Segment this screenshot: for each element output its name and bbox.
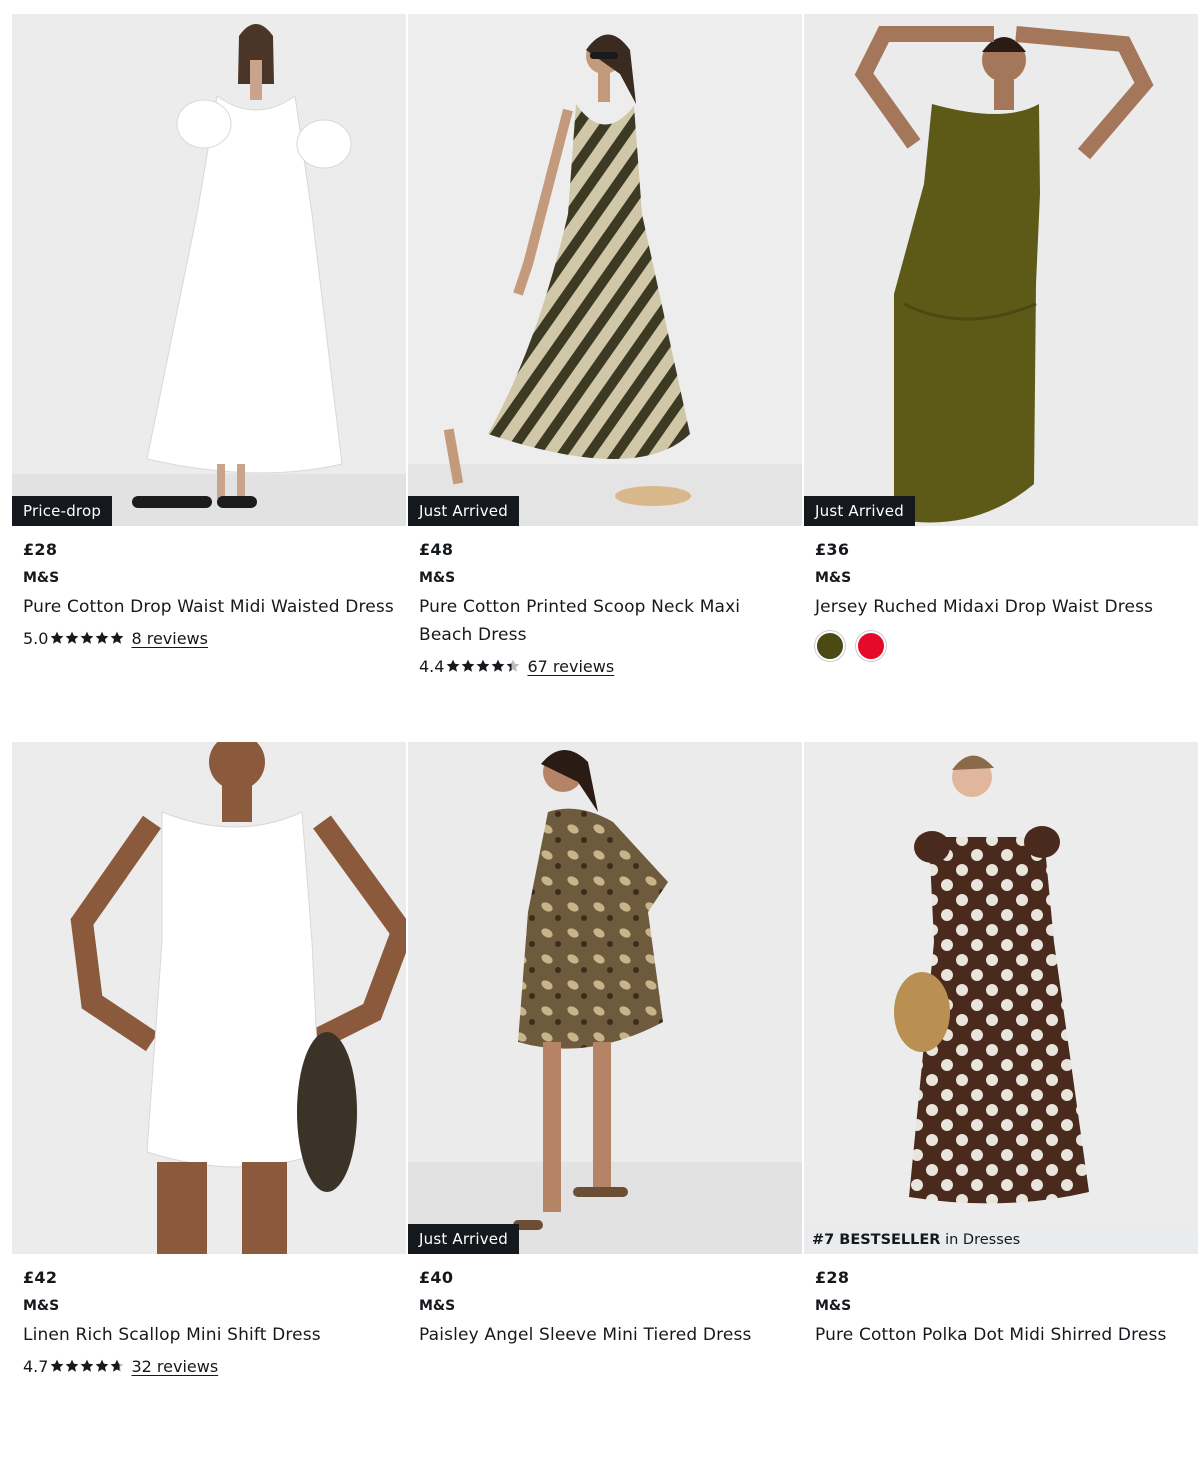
product-image[interactable]: Just Arrived [408, 14, 802, 526]
star-icon [51, 631, 64, 644]
badge-label: Price-drop [12, 496, 113, 526]
product-card[interactable]: #7 BESTSELLER in Dresses £28 M&S Pure Co… [804, 742, 1198, 1470]
bestseller-category: in Dresses [940, 1232, 1021, 1248]
product-image[interactable]: Just Arrived [408, 742, 802, 1254]
product-card[interactable]: Price-drop £28 M&S Pure Cotton Drop Wais… [12, 14, 406, 742]
star-icon [111, 631, 124, 644]
rating-value: 4.7 [23, 1356, 49, 1376]
product-title[interactable]: Pure Cotton Drop Waist Midi Waisted Dres… [23, 593, 395, 621]
star-icon [477, 659, 490, 672]
star-icon [51, 1359, 64, 1372]
color-swatches [815, 631, 1187, 661]
star-icon [96, 631, 109, 644]
brand: M&S [23, 570, 60, 586]
badge-label: Just Arrived [804, 496, 915, 526]
price: £40 [419, 1268, 454, 1287]
star-icon [507, 659, 520, 672]
rating-value: 4.4 [419, 656, 445, 676]
star-rating [446, 659, 521, 673]
product-title[interactable]: Pure Cotton Polka Dot Midi Shirred Dress [815, 1321, 1187, 1349]
brand: M&S [815, 570, 852, 586]
star-icon [447, 659, 460, 672]
product-image[interactable]: Just Arrived [804, 14, 1198, 526]
brand: M&S [419, 1298, 456, 1314]
color-swatch-olive[interactable] [815, 631, 845, 661]
rating: 4.4 67 reviews [419, 653, 791, 679]
rating: 4.7 32 reviews [23, 1353, 395, 1379]
star-icon [81, 631, 94, 644]
badge-label: Just Arrived [408, 1224, 519, 1254]
price: £42 [23, 1268, 58, 1287]
star-rating [50, 1359, 125, 1373]
star-icon [462, 659, 475, 672]
product-title[interactable]: Jersey Ruched Midaxi Drop Waist Dress [815, 593, 1187, 621]
badge-label: Just Arrived [408, 496, 519, 526]
reviews-link[interactable]: 67 reviews [527, 657, 614, 676]
bestseller-rank: #7 BESTSELLER [812, 1232, 941, 1248]
brand: M&S [815, 1298, 852, 1314]
product-card[interactable]: Just Arrived £36 M&S Jersey Ruched Midax… [804, 14, 1198, 742]
product-title[interactable]: Linen Rich Scallop Mini Shift Dress [23, 1321, 395, 1349]
star-icon [81, 1359, 94, 1372]
reviews-link[interactable]: 8 reviews [131, 629, 208, 648]
product-image[interactable]: Price-drop [12, 14, 406, 526]
reviews-link[interactable]: 32 reviews [131, 1357, 218, 1376]
star-icon [96, 1359, 109, 1372]
star-icon [492, 659, 505, 672]
rating-value: 5.0 [23, 628, 49, 648]
product-card[interactable]: £42 M&S Linen Rich Scallop Mini Shift Dr… [12, 742, 406, 1470]
star-icon [66, 631, 79, 644]
dress-shape [146, 811, 323, 1168]
star-rating [50, 631, 125, 645]
brand: M&S [23, 1298, 60, 1314]
price: £48 [419, 540, 454, 559]
rating: 5.0 8 reviews [23, 625, 395, 651]
product-image[interactable] [12, 742, 406, 1254]
product-card[interactable]: Just Arrived £48 M&S Pure Cotton Printed… [408, 14, 802, 742]
bestseller-banner: #7 BESTSELLER in Dresses [804, 1226, 1198, 1254]
product-card[interactable]: Just Arrived £40 M&S Paisley Angel Sleev… [408, 742, 802, 1470]
price: £36 [815, 540, 850, 559]
price: £28 [815, 1268, 850, 1287]
color-swatch-red[interactable] [856, 631, 886, 661]
star-icon [111, 1359, 124, 1372]
product-grid: Price-drop £28 M&S Pure Cotton Drop Wais… [12, 14, 1200, 1470]
star-icon [66, 1359, 79, 1372]
product-title[interactable]: Pure Cotton Printed Scoop Neck Maxi Beac… [419, 593, 791, 649]
product-title[interactable]: Paisley Angel Sleeve Mini Tiered Dress [419, 1321, 791, 1349]
brand: M&S [419, 570, 456, 586]
price: £28 [23, 540, 58, 559]
product-image[interactable]: #7 BESTSELLER in Dresses [804, 742, 1198, 1254]
